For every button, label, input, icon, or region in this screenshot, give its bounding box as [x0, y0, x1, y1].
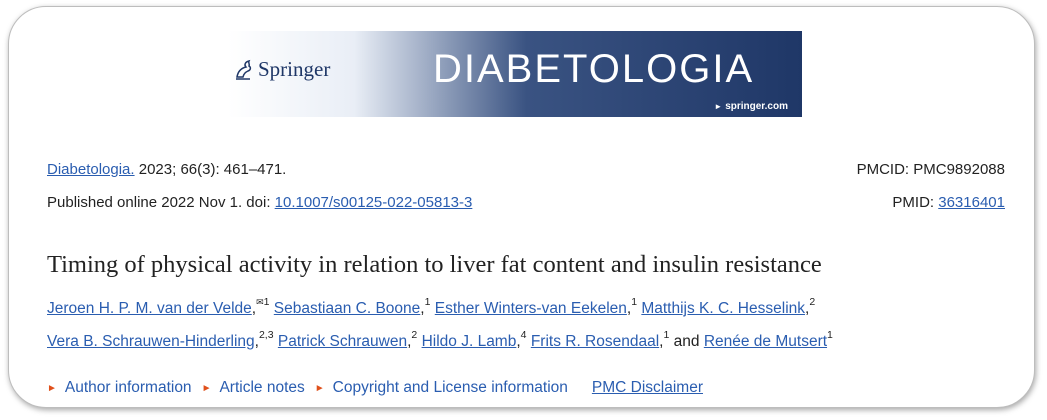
article-header-card: Springer DIABETOLOGIA ► springer.com Diab…	[8, 6, 1035, 408]
triangle-right-icon: ►	[314, 382, 325, 394]
pmid-label: PMID:	[892, 194, 939, 211]
springer-logo: Springer	[234, 57, 330, 82]
author-information-toggle[interactable]: Author information	[65, 379, 192, 397]
author-link[interactable]: Sebastiaan C. Boone	[274, 300, 421, 317]
volume-text: 2023; 66(3): 461–471.	[138, 161, 287, 178]
doi-link[interactable]: 10.1007/s00125-022-05813-3	[275, 194, 473, 211]
author-affiliation: 2	[809, 296, 816, 308]
author-link[interactable]: Frits R. Rosendaal	[531, 333, 659, 350]
copyright-toggle[interactable]: Copyright and License information	[333, 379, 568, 397]
publisher-name: Springer	[258, 57, 331, 81]
author-affiliation: 1	[424, 296, 431, 308]
triangle-right-icon: ►	[201, 382, 212, 394]
article-info-links: ► Author information ► Article notes ► C…	[47, 379, 703, 397]
springer-horse-icon	[236, 59, 252, 80]
site-label: springer.com	[725, 101, 788, 112]
citation-line: Diabetologia. 2023; 66(3): 461–471.	[47, 161, 286, 178]
pmc-disclaimer-link[interactable]: PMC Disclaimer	[592, 379, 703, 397]
author-affiliation: 4	[520, 329, 527, 341]
envelope-icon[interactable]: ✉	[256, 297, 264, 307]
author-link[interactable]: Hildo J. Lamb	[422, 333, 517, 350]
journal-link[interactable]: Diabetologia.	[47, 161, 135, 178]
author-affiliation: 1	[827, 329, 833, 341]
author-link[interactable]: Patrick Schrauwen	[278, 333, 407, 350]
article-notes-toggle[interactable]: Article notes	[219, 379, 304, 397]
author-list-line-1: Jeroen H. P. M. van der Velde,✉1 Sebasti…	[47, 296, 816, 317]
published-text: Published online 2022 Nov 1. doi:	[47, 194, 275, 211]
journal-banner[interactable]: Springer DIABETOLOGIA ► springer.com	[228, 31, 802, 117]
triangle-right-icon: ►	[47, 382, 57, 394]
pmid-link[interactable]: 36316401	[938, 194, 1005, 211]
author-link[interactable]: Matthijs K. C. Hesselink	[641, 300, 805, 317]
pmcid: PMCID: PMC9892088	[856, 161, 1005, 178]
author-link[interactable]: Esther Winters-van Eekelen	[435, 300, 627, 317]
author-affiliation: ✉1	[256, 296, 270, 308]
author-list-line-2: Vera B. Schrauwen-Hinderling,2,3 Patrick…	[47, 329, 833, 350]
published-line: Published online 2022 Nov 1. doi: 10.100…	[47, 194, 472, 211]
author-conjunction: and	[673, 333, 700, 350]
author-link[interactable]: Renée de Mutsert	[704, 333, 827, 350]
arrow-right-icon: ►	[714, 102, 723, 111]
article-title: Timing of physical activity in relation …	[47, 251, 822, 278]
author-link[interactable]: Vera B. Schrauwen-Hinderling	[47, 333, 255, 350]
author-affiliation: 2,3	[258, 329, 274, 341]
author-link[interactable]: Jeroen H. P. M. van der Velde	[47, 300, 252, 317]
author-affiliation: 1	[663, 329, 670, 341]
author-affiliation: 1	[631, 296, 638, 308]
springer-site-link[interactable]: ► springer.com	[714, 101, 788, 112]
author-affiliation: 2	[411, 329, 418, 341]
pmid-line: PMID: 36316401	[892, 194, 1005, 211]
journal-name: DIABETOLOGIA	[433, 47, 755, 91]
